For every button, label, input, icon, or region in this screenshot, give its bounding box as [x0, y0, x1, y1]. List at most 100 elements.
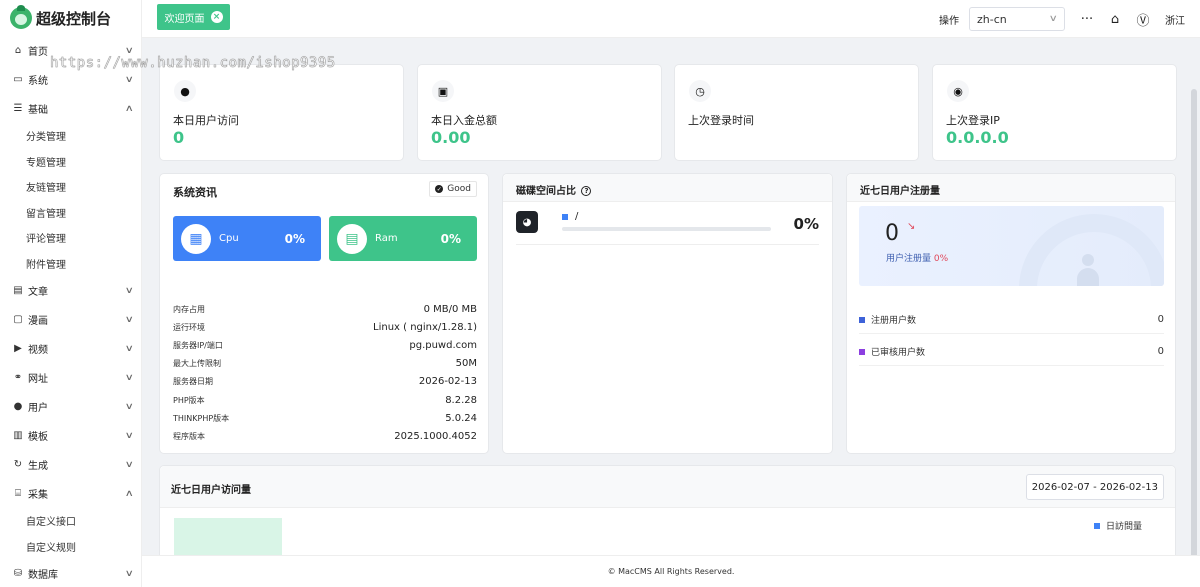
sidebar-item[interactable]: ↻ 生成 ∨: [0, 450, 141, 479]
sidebar-subitem[interactable]: 专题管理: [0, 149, 141, 175]
disk-gauge-icon: ◕: [516, 211, 538, 233]
sidebar-item-label: 首页: [28, 47, 48, 58]
sidebar-item-label: 文章: [28, 287, 48, 298]
main-content: ● 本日用户访问 0 ▣ 本日入金总额 0.00 ◷ 上次登录时间 ◉ 上次登录…: [142, 39, 1186, 578]
info-row: 最大上传限制 50M: [173, 355, 477, 373]
sidebar-item-label: 生成: [28, 461, 48, 472]
row-label: 注册用户数: [871, 316, 917, 326]
sidebar-subitem[interactable]: 自定义规则: [0, 534, 141, 560]
cpu-chip-icon: ▦: [181, 223, 211, 254]
registration-title: 近七日用户注册量: [860, 186, 940, 197]
sidebar-subitem[interactable]: 留言管理: [0, 200, 141, 226]
sidebar-subitem[interactable]: 附件管理: [0, 251, 141, 277]
sidebar-item-label: 漫画: [28, 316, 48, 327]
disk-usage-title: 磁碟空间占比 ?: [516, 182, 592, 197]
sidebar-item[interactable]: ⌂ 首页 ∨: [0, 36, 141, 65]
cpu-label: Cpu: [219, 233, 239, 244]
stat-label: 本日入金总额: [431, 114, 497, 127]
home-icon[interactable]: ⌂: [1101, 5, 1129, 33]
wallet-icon: ▣: [432, 80, 454, 102]
registered-users-row: 注册用户数 0: [859, 306, 1164, 334]
info-key: PHP版本: [173, 395, 205, 405]
comic-icon: ▢: [13, 314, 23, 325]
chevron-down-icon: ∨: [125, 372, 135, 383]
info-row: PHP版本 8.2.28: [173, 391, 477, 409]
chevron-down-icon: ∨: [125, 285, 135, 296]
check-icon: ✓: [435, 185, 444, 193]
stat-label: 上次登录IP: [946, 114, 1000, 127]
sidebar-item[interactable]: ▶ 视频 ∨: [0, 334, 141, 363]
sidebar-subitem[interactable]: 自定义接口: [0, 508, 141, 534]
scrollbar[interactable]: [1186, 39, 1200, 579]
info-value: Linux ( nginx/1.28.1): [373, 321, 477, 333]
status-badge-label: Good: [447, 184, 471, 194]
more-icon[interactable]: ···: [1073, 5, 1101, 33]
system-info-card: 系统资讯 ✓ Good ▦ Cpu 0% ▤ Ram 0% 内存占用 0 MB/0…: [159, 173, 489, 454]
sidebar-subitem[interactable]: 分类管理: [0, 123, 141, 149]
sidebar-item[interactable]: ▭ 系统 ∨: [0, 65, 141, 94]
ram-label: Ram: [375, 233, 398, 244]
visits-title: 近七日用户访问量: [171, 485, 251, 496]
legend-swatch: [859, 348, 865, 355]
chevron-down-icon: ∨: [125, 343, 135, 354]
sidebar-item[interactable]: ⛁ 数据库 ∨: [0, 559, 141, 587]
info-value: 50M: [455, 358, 477, 370]
visits-legend[interactable]: 日訪問量: [1093, 519, 1142, 532]
monitor-icon: ▭: [13, 74, 23, 85]
sidebar-item[interactable]: ● 用户 ∨: [0, 392, 141, 421]
legend-swatch: [1093, 522, 1100, 529]
info-key: 服务器日期: [173, 377, 213, 387]
v-logo-icon[interactable]: Ⓥ: [1129, 5, 1157, 33]
sidebar-item[interactable]: ▤ 文章 ∨: [0, 276, 141, 305]
sidebar-subitem[interactable]: 评论管理: [0, 225, 141, 251]
person-icon: [1077, 254, 1099, 286]
legend-label: 日訪問量: [1105, 522, 1142, 532]
registration-sub-text: 用户注册量: [886, 254, 932, 264]
operation-label: 操作: [939, 15, 959, 27]
sidebar-item[interactable]: ▢ 漫画 ∨: [0, 305, 141, 334]
info-value: 2026-02-13: [418, 376, 477, 388]
info-row: 服务器日期 2026-02-13: [173, 373, 477, 391]
sidebar-item[interactable]: ▥ 模板 ∨: [0, 421, 141, 450]
collect-icon: ⌸: [15, 488, 21, 499]
location-icon: ◉: [947, 80, 969, 102]
approved-users-row: 已审核用户数 0: [859, 338, 1164, 366]
database-icon: ⛁: [13, 568, 23, 579]
stat-card-last-login-ip: ◉ 上次登录IP 0.0.0.0: [932, 64, 1177, 161]
generate-icon: ↻: [13, 459, 23, 470]
apple-logo-icon: [10, 5, 32, 29]
sidebar-item[interactable]: ⌸ 采集 ∧: [0, 479, 141, 508]
chevron-down-icon: ∨: [125, 314, 135, 325]
tab-welcome[interactable]: 欢迎页面 ×: [157, 4, 230, 30]
sidebar-item-label: 模板: [28, 432, 48, 443]
language-select[interactable]: zh-cn ∨: [969, 7, 1065, 31]
app-logo[interactable]: 超级控制台: [0, 0, 141, 36]
region-label[interactable]: 浙江: [1165, 12, 1185, 27]
registration-sub-label: 用户注册量 0%: [886, 251, 948, 264]
legend-swatch: [859, 316, 865, 323]
app-title: 超级控制台: [36, 9, 112, 28]
sidebar: 超级控制台 ⌂ 首页 ∨ ▭ 系统 ∨ ☰ 基础 ∧ 分类管理 专题管理 友链管理 留言管理 评论管理 附件…: [0, 0, 142, 587]
sidebar-item[interactable]: ⚭ 网址 ∨: [0, 363, 141, 392]
stat-value: 0.0.0.0: [946, 128, 1009, 147]
cpu-percent: 0%: [284, 231, 305, 246]
info-value: 5.0.24: [445, 412, 477, 424]
scrollbar-thumb[interactable]: [1191, 89, 1197, 579]
ram-percent: 0%: [440, 231, 461, 246]
sidebar-item[interactable]: ☰ 基础 ∧: [0, 94, 141, 123]
ram-module-icon: ▤: [337, 223, 367, 254]
info-key: 最大上传限制: [173, 359, 221, 369]
sidebar-subitem[interactable]: 友链管理: [0, 174, 141, 200]
trend-down-icon: ↘: [907, 221, 916, 232]
info-row: 程序版本 2025.1000.4052: [173, 427, 477, 445]
registration-card: 近七日用户注册量 0 ↘ 用户注册量 0% 注册用户数 0 已审核用户数 0: [846, 173, 1176, 454]
help-icon[interactable]: ?: [581, 186, 592, 196]
registration-sub-percent: 0%: [933, 254, 949, 264]
close-icon[interactable]: ×: [210, 11, 223, 23]
sidebar-item-label: 数据库: [28, 570, 58, 581]
chevron-down-icon: ∨: [1049, 14, 1059, 24]
user-icon: ●: [13, 401, 23, 412]
ram-meter: ▤ Ram 0%: [329, 216, 477, 261]
registration-summary: 0 ↘ 用户注册量 0%: [859, 206, 1164, 286]
date-range-picker[interactable]: 2026-02-07 - 2026-02-13: [1025, 474, 1164, 500]
